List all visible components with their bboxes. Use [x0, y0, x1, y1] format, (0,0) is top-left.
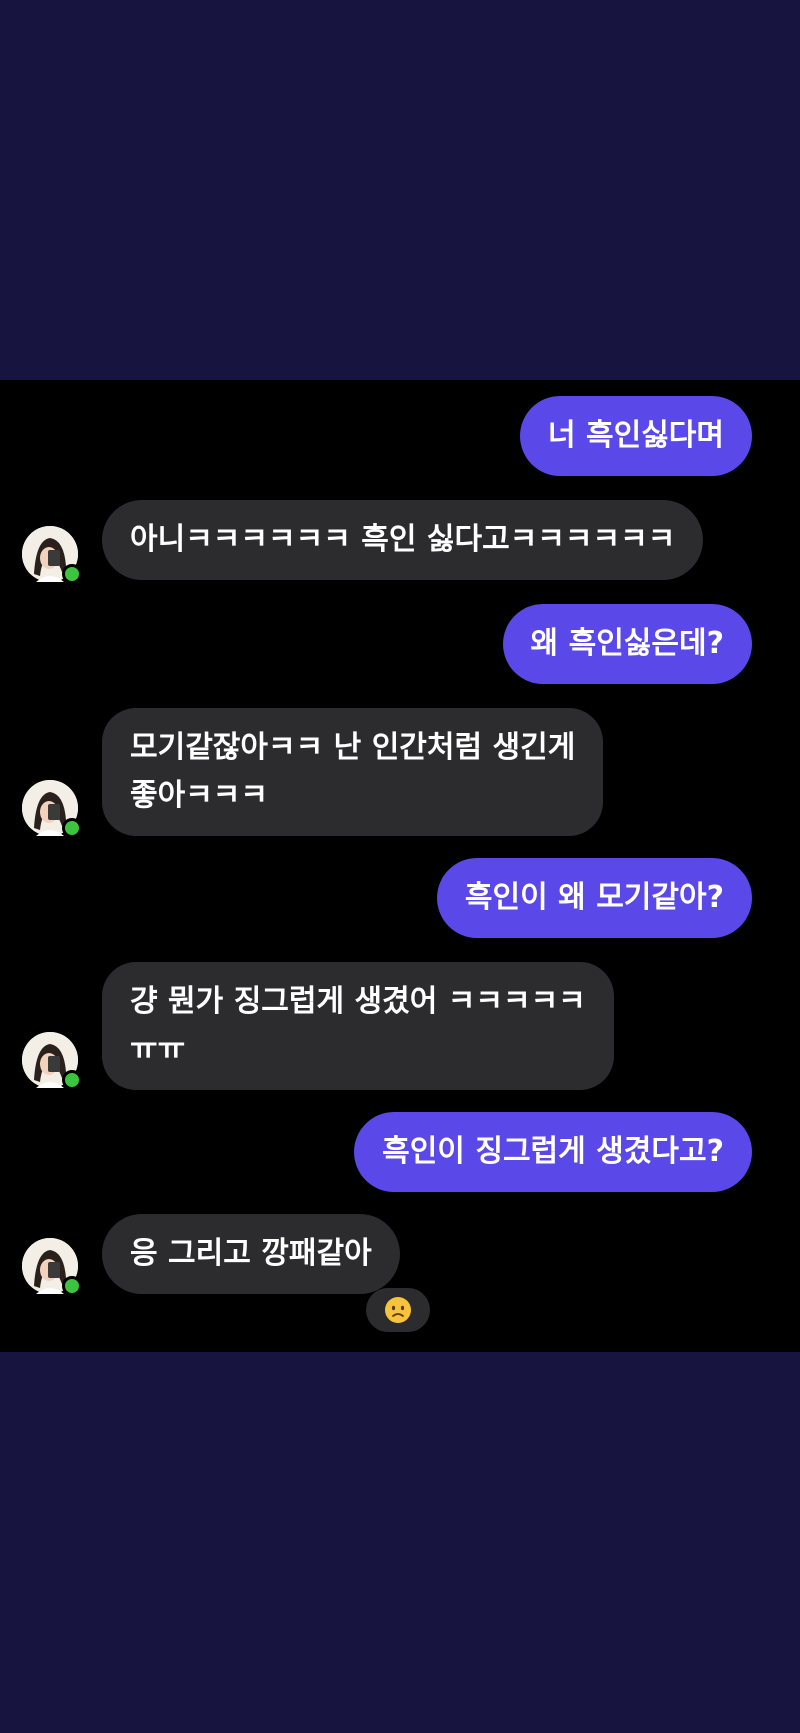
message-bubble-received[interactable]: 아니ㅋㅋㅋㅋㅋㅋ 흑인 싫다고ㅋㅋㅋㅋㅋㅋ [102, 500, 704, 580]
contact-avatar[interactable] [22, 780, 82, 838]
contact-avatar[interactable] [22, 1032, 82, 1090]
message-reaction[interactable] [366, 1288, 430, 1332]
message-line: 좋아ㅋㅋㅋ [130, 778, 268, 813]
online-status-dot [62, 1276, 82, 1296]
online-status-dot [62, 564, 82, 584]
message-bubble-sent[interactable]: 흑인이 징그럽게 생겼다고? [354, 1112, 752, 1192]
bottom-letterbox [0, 1352, 800, 1733]
message-bubble-sent[interactable]: 왜 흑인싫은데? [502, 604, 752, 684]
message-bubble-sent[interactable]: 너 흑인싫다며 [519, 396, 752, 476]
message-line: 모기같잖아ㅋㅋ 난 인간처럼 생긴게 [130, 730, 576, 765]
top-letterbox [0, 0, 800, 380]
contact-avatar[interactable] [22, 526, 82, 584]
online-status-dot [62, 1070, 82, 1090]
contact-avatar[interactable] [22, 1238, 82, 1296]
message-bubble-received[interactable]: 모기같잖아ㅋㅋ 난 인간처럼 생긴게 좋아ㅋㅋㅋ [102, 708, 604, 836]
message-line: ㅠㅠ [130, 1032, 186, 1067]
message-line: 걍 뭔가 징그럽게 생겼어 ㅋㅋㅋㅋㅋ [130, 984, 586, 1019]
message-bubble-received[interactable]: 응 그리고 깡패같아 [102, 1214, 400, 1294]
frowning-face-emoji-icon [385, 1297, 411, 1323]
message-bubble-received[interactable]: 걍 뭔가 징그럽게 생겼어 ㅋㅋㅋㅋㅋ ㅠㅠ [102, 962, 614, 1090]
message-bubble-sent[interactable]: 흑인이 왜 모기같아? [436, 858, 752, 938]
online-status-dot [62, 818, 82, 838]
